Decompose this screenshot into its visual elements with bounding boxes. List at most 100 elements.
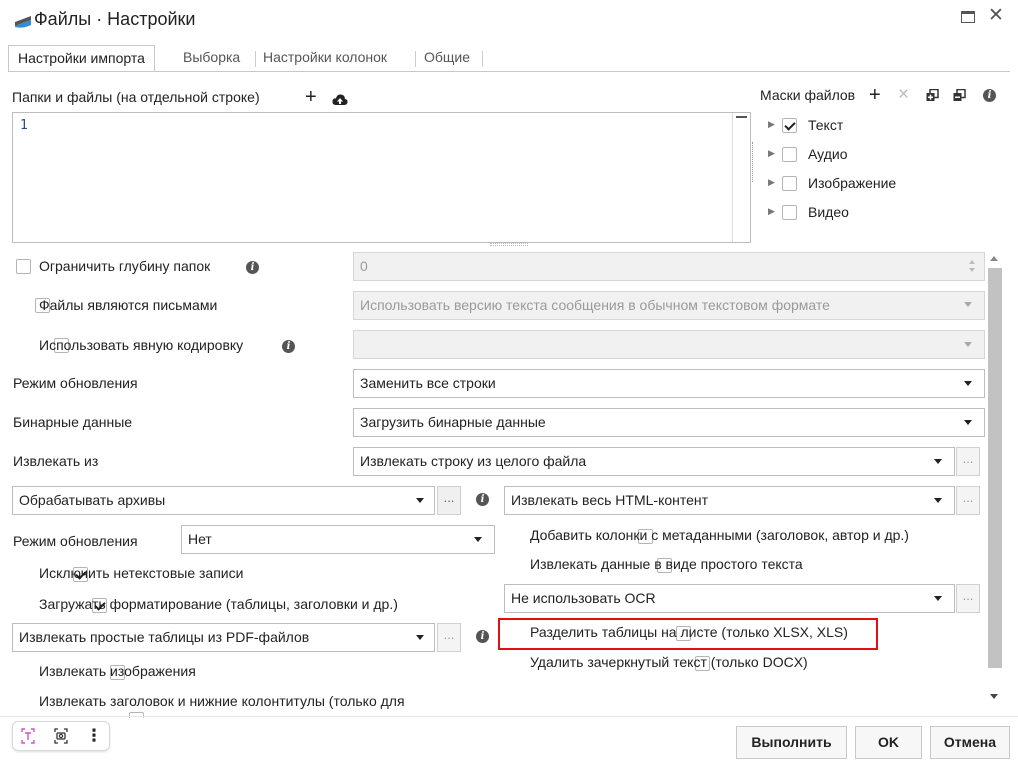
files-are-letters-label: Файлы являются письмами — [39, 297, 218, 313]
expand-arrow-icon[interactable]: ▶ — [768, 206, 775, 217]
chevron-down-icon — [964, 342, 972, 347]
mask-item-image[interactable]: ▶ Изображение — [768, 174, 918, 196]
folders-label: Папки и файлы (на отдельной строке) — [12, 89, 260, 105]
window-title: Файлы · Настройки — [34, 9, 196, 29]
encoding-select[interactable] — [353, 330, 985, 359]
tab-selection[interactable]: Выборка — [174, 45, 249, 72]
editor-scroll-thumb[interactable] — [736, 116, 747, 118]
resize-handle[interactable] — [490, 243, 528, 246]
mask-item-label: Видео — [808, 204, 849, 220]
expand-arrow-icon[interactable]: ▶ — [768, 148, 775, 159]
mask-item-text[interactable]: ▶ Текст — [768, 116, 888, 138]
extract-from-select[interactable]: Извлекать строку из целого файла — [353, 447, 955, 476]
chevron-down-icon — [934, 596, 942, 601]
left-update-mode-label: Режим обновления — [13, 533, 138, 549]
mask-item-audio[interactable]: ▶ Аудио — [768, 145, 888, 167]
binary-data-select[interactable]: Загрузить бинарные данные — [353, 408, 985, 437]
mask-video-checkbox[interactable] — [782, 205, 797, 220]
mask-audio-checkbox[interactable] — [782, 147, 797, 162]
chevron-down-icon — [964, 302, 972, 307]
expand-all-icon[interactable] — [926, 89, 939, 102]
collapse-all-icon[interactable] — [953, 89, 966, 102]
metadata-columns-label: Добавить колонки с метаданными (заголово… — [530, 527, 909, 543]
text-recognition-icon[interactable] — [17, 726, 39, 746]
tree-guide — [752, 142, 754, 182]
html-content-select[interactable]: Извлекать весь HTML-контент — [504, 486, 955, 515]
ocr-select[interactable]: Не использовать OCR — [504, 584, 955, 613]
info-icon[interactable]: i — [983, 89, 996, 102]
close-icon[interactable]: ✕ — [988, 6, 1004, 26]
mask-item-label: Аудио — [808, 146, 848, 162]
scroll-up-icon[interactable] — [990, 256, 998, 261]
mask-item-video[interactable]: ▶ Видео — [768, 203, 888, 225]
tab-import-settings[interactable]: Настройки импорта — [8, 45, 155, 72]
extract-images-label: Извлекать изображения — [39, 663, 196, 679]
extract-from-more-button[interactable]: ... — [956, 447, 980, 476]
ocr-more-button[interactable]: ... — [956, 584, 980, 613]
tool-strip: ⋮ — [12, 721, 110, 751]
headers-footers-checkbox[interactable] — [129, 712, 145, 718]
html-more-button[interactable]: ... — [956, 486, 980, 515]
chevron-down-icon — [416, 635, 424, 640]
limit-depth-checkbox[interactable] — [16, 259, 31, 274]
plain-text-label: Извлекать данные в виде простого текста — [530, 556, 803, 572]
info-icon[interactable]: i — [246, 261, 259, 274]
update-mode-select[interactable]: Заменить все строки — [353, 369, 985, 398]
exclude-nontext-label: Исключить нетекстовые записи — [39, 565, 244, 581]
footer-divider — [0, 716, 1018, 717]
chevron-down-icon — [964, 381, 972, 386]
chevron-down-icon — [474, 537, 482, 542]
archives-select[interactable]: Обрабатывать архивы — [12, 486, 435, 515]
scroll-down-icon[interactable] — [990, 694, 998, 699]
message-version-select[interactable]: Использовать версию текста сообщения в о… — [353, 291, 985, 320]
expand-arrow-icon[interactable]: ▶ — [768, 119, 775, 130]
archives-more-button[interactable]: ... — [437, 486, 461, 515]
screenshot-icon[interactable] — [50, 726, 72, 746]
scroll-thumb[interactable] — [988, 268, 1002, 668]
tab-bar: Настройки импорта Выборка Настройки коло… — [8, 45, 508, 72]
depth-input[interactable]: 0 — [353, 252, 985, 281]
tab-column-settings[interactable]: Настройки колонок — [254, 45, 396, 72]
chevron-down-icon — [964, 420, 972, 425]
cloud-upload-icon[interactable] — [332, 93, 348, 107]
extract-from-label: Извлекать из — [13, 453, 99, 469]
binary-data-label: Бинарные данные — [13, 414, 133, 430]
mask-text-checkbox[interactable] — [782, 118, 797, 133]
app-icon — [15, 16, 31, 28]
editor-scrollbar[interactable] — [732, 113, 750, 242]
expand-arrow-icon[interactable]: ▶ — [768, 177, 775, 188]
folders-editor[interactable] — [12, 112, 751, 243]
add-mask-icon[interactable]: + — [869, 85, 881, 105]
run-button[interactable]: Выполнить — [736, 726, 847, 759]
remove-mask-icon[interactable]: × — [898, 84, 909, 106]
pdf-tables-select[interactable]: Извлекать простые таблицы из PDF-файлов — [12, 623, 435, 652]
chevron-down-icon — [934, 498, 942, 503]
info-icon[interactable]: i — [282, 340, 295, 353]
maximize-icon[interactable] — [961, 11, 975, 23]
headers-footers-label: Извлекать заголовок и нижние колонтитулы… — [39, 693, 405, 709]
highlight-box — [498, 618, 878, 650]
depth-spinner[interactable] — [964, 253, 982, 279]
tab-general[interactable]: Общие — [415, 45, 479, 72]
mask-image-checkbox[interactable] — [782, 176, 797, 191]
left-update-mode-select[interactable]: Нет — [181, 525, 495, 554]
line-number: 1 — [20, 118, 28, 133]
mask-item-label: Текст — [808, 117, 844, 133]
chevron-down-icon — [416, 498, 424, 503]
strikethrough-label: Удалить зачеркнутый текст (только DOCX) — [530, 654, 808, 670]
update-mode-label: Режим обновления — [13, 375, 138, 391]
more-options-icon[interactable]: ⋮ — [83, 726, 105, 746]
limit-depth-label: Ограничить глубину папок — [39, 258, 211, 274]
mask-item-label: Изображение — [808, 175, 897, 191]
masks-label: Маски файлов — [760, 87, 856, 103]
tab-separator — [482, 51, 483, 67]
add-folder-icon[interactable]: + — [305, 87, 317, 107]
ok-button[interactable]: OK — [855, 726, 922, 759]
cancel-button[interactable]: Отмена — [930, 726, 1010, 759]
chevron-down-icon — [934, 459, 942, 464]
pdf-tables-more-button[interactable]: ... — [437, 623, 461, 652]
info-icon[interactable]: i — [476, 630, 489, 643]
explicit-encoding-label: Использовать явную кодировку — [39, 337, 244, 353]
title-bar: Файлы · Настройки ✕ — [0, 0, 1018, 42]
info-icon[interactable]: i — [476, 493, 489, 506]
